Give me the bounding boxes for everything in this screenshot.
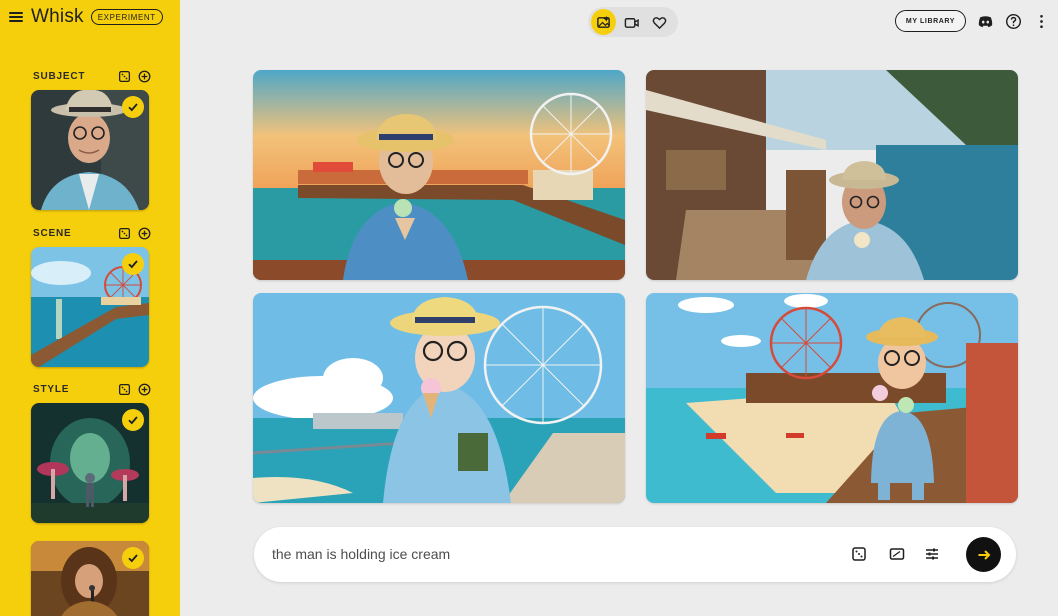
prompt-input[interactable]: [272, 544, 812, 564]
scene-section-title: SCENE: [33, 227, 72, 239]
prompt-bar: [254, 527, 1016, 582]
scene-thumbnail[interactable]: [31, 247, 149, 367]
scene-section-header: SCENE: [33, 226, 151, 240]
send-arrow-icon: [978, 549, 990, 560]
mode-switcher: [588, 7, 678, 37]
experiment-badge: EXPERIMENT: [90, 9, 163, 25]
discord-icon[interactable]: [975, 11, 995, 31]
favorites-heart-icon[interactable]: [647, 9, 672, 35]
check-icon: [122, 253, 144, 275]
dice-icon[interactable]: [117, 69, 131, 83]
check-icon: [122, 547, 144, 569]
style-section-header: STYLE: [33, 382, 151, 396]
result-image-3[interactable]: [253, 293, 625, 503]
add-circle-icon[interactable]: [137, 69, 151, 83]
style-thumbnail[interactable]: [31, 403, 149, 523]
brand: Whisk EXPERIMENT: [8, 6, 163, 28]
help-icon[interactable]: [1003, 11, 1023, 31]
menu-icon[interactable]: [8, 10, 24, 24]
video-mode-icon[interactable]: [619, 9, 644, 35]
result-image-1[interactable]: [253, 70, 625, 280]
result-image-2[interactable]: [646, 70, 1018, 280]
extra-style-thumbnail[interactable]: [31, 541, 149, 616]
subject-thumbnail[interactable]: [31, 90, 149, 210]
check-icon: [122, 96, 144, 118]
more-vert-icon[interactable]: [1031, 11, 1051, 31]
image-mode-icon[interactable]: [591, 9, 616, 35]
dice-icon[interactable]: [849, 544, 869, 564]
style-section-title: STYLE: [33, 383, 70, 395]
settings-sliders-icon[interactable]: [922, 544, 942, 564]
add-circle-icon[interactable]: [137, 226, 151, 240]
sidebar: Whisk EXPERIMENT SUBJECT SCENE STYLE: [0, 0, 180, 616]
result-image-4[interactable]: [646, 293, 1018, 503]
subject-section-header: SUBJECT: [33, 69, 151, 83]
subject-section-title: SUBJECT: [33, 70, 86, 82]
aspect-ratio-icon[interactable]: [887, 544, 907, 564]
check-icon: [122, 409, 144, 431]
dice-icon[interactable]: [117, 382, 131, 396]
send-button[interactable]: [966, 537, 1001, 572]
app-logo[interactable]: Whisk: [31, 6, 84, 28]
my-library-button[interactable]: MY LIBRARY: [895, 10, 966, 32]
dice-icon[interactable]: [117, 226, 131, 240]
add-circle-icon[interactable]: [137, 382, 151, 396]
